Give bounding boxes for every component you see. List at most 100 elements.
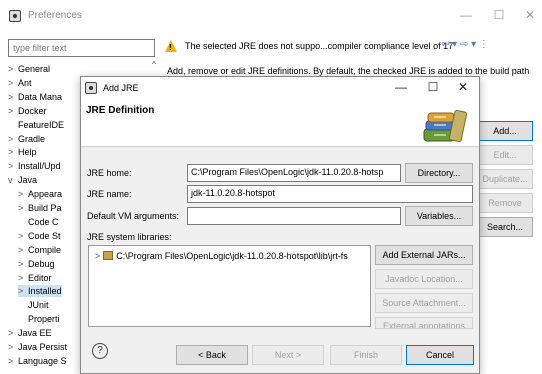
tree-item[interactable]: > Java EE	[8, 327, 52, 339]
warning-bar: ! The selected JRE does not suppo...comp…	[163, 38, 542, 58]
system-libraries-label: JRE system libraries:	[87, 232, 172, 242]
preferences-app-icon	[9, 10, 21, 22]
tree-item[interactable]: > Appeara	[18, 188, 62, 200]
tree-item-label: Appeara	[28, 189, 63, 200]
collapsed-arrow-icon[interactable]: >	[8, 355, 18, 367]
tree-item[interactable]: > Data Mana	[8, 91, 62, 103]
javadoc-location-button[interactable]: Javadoc Location...	[375, 269, 473, 289]
directory-button[interactable]: Directory...	[405, 163, 473, 183]
vm-args-field[interactable]	[187, 207, 401, 225]
collapsed-arrow-icon[interactable]: >	[8, 160, 18, 172]
jre-home-field[interactable]: C:\Program Files\OpenLogic\jdk-11.0.20.8…	[187, 164, 401, 182]
tree-item[interactable]: Code C	[18, 216, 59, 228]
add-jre-dialog: Add JRE — ☐ ✕ JRE Definition JRE home: C…	[80, 76, 480, 374]
dialog-title: Add JRE	[103, 83, 139, 93]
add-external-jars-button[interactable]: Add External JARs...	[375, 245, 473, 265]
collapsed-arrow-icon[interactable]: >	[18, 188, 28, 200]
history-nav-icons[interactable]: ⇦ ▾ ⇨ ▾ ⋮	[441, 39, 489, 50]
tree-item[interactable]: > General	[8, 63, 50, 75]
tree-item-label: Install/Upd	[18, 161, 61, 172]
collapsed-arrow-icon[interactable]: >	[8, 341, 18, 353]
tree-item-label: JUnit	[28, 300, 49, 311]
tree-item[interactable]: Properti	[18, 313, 60, 325]
tree-scroll-up-icon[interactable]: ^	[149, 60, 159, 72]
cancel-button[interactable]: Cancel	[406, 345, 474, 365]
tree-item-label: Debug	[28, 258, 55, 269]
collapsed-arrow-icon[interactable]: >	[8, 63, 18, 75]
tree-item[interactable]: > Java Persist	[8, 341, 67, 353]
tree-item[interactable]: > Compile	[18, 244, 61, 256]
close-icon[interactable]: ✕	[520, 8, 540, 22]
dialog-titlebar: Add JRE — ☐ ✕	[81, 77, 479, 99]
collapsed-arrow-icon[interactable]: >	[18, 230, 28, 242]
source-attachment-button[interactable]: Source Attachment...	[375, 293, 473, 313]
jre-name-field[interactable]: jdk-11.0.20.8-hotspot	[187, 185, 473, 203]
tree-item[interactable]: > Language S	[8, 355, 67, 367]
tree-item-label: Language S	[18, 355, 67, 366]
jar-icon	[103, 251, 114, 260]
collapsed-arrow-icon[interactable]: >	[8, 133, 18, 145]
dialog-footer: ? < Back Next > Finish Cancel	[81, 333, 479, 373]
tree-item-label: Installed	[28, 286, 62, 297]
warning-text: The selected JRE does not suppo...compil…	[185, 41, 454, 51]
collapsed-arrow-icon[interactable]: >	[18, 244, 28, 256]
expand-arrow-icon[interactable]: >	[95, 251, 100, 261]
tree-item[interactable]: > Code St	[18, 230, 61, 242]
tree-item[interactable]: > Gradle	[8, 133, 45, 145]
back-button[interactable]: < Back	[176, 345, 248, 365]
tree-item[interactable]: > Help	[8, 146, 37, 158]
vm-args-label: Default VM arguments:	[87, 211, 180, 221]
variables-button[interactable]: Variables...	[405, 206, 473, 226]
collapsed-arrow-icon[interactable]: >	[8, 146, 18, 158]
tree-item[interactable]: > Editor	[18, 272, 52, 284]
search-button[interactable]: Search...	[477, 217, 533, 237]
edit-button[interactable]: Edit...	[477, 145, 533, 165]
finish-button[interactable]: Finish	[330, 345, 402, 365]
tree-item-label: Editor	[28, 272, 52, 283]
tree-item-label: Properti	[28, 314, 60, 325]
collapsed-arrow-icon[interactable]: >	[18, 202, 28, 214]
filter-input[interactable]: type filter text	[8, 39, 155, 57]
tree-item-label: Docker	[18, 105, 47, 116]
collapsed-arrow-icon[interactable]: >	[8, 327, 18, 339]
tree-item[interactable]: JUnit	[18, 299, 49, 311]
dialog-minimize-icon[interactable]: —	[391, 80, 411, 94]
collapsed-arrow-icon[interactable]: >	[8, 105, 18, 117]
tree-item[interactable]: FeatureIDE	[8, 119, 64, 131]
tree-item[interactable]: > Installed	[18, 285, 62, 298]
collapsed-arrow-icon[interactable]: >	[18, 272, 28, 284]
tree-item[interactable]: > Install/Upd	[8, 160, 61, 172]
warning-icon: !	[165, 40, 177, 52]
tree-item-label: Help	[18, 147, 37, 158]
library-path: C:\Program Files\OpenLogic\jdk-11.0.20.8…	[116, 251, 348, 261]
help-icon[interactable]: ?	[92, 343, 108, 359]
collapsed-arrow-icon[interactable]: >	[18, 258, 28, 270]
jre-home-label: JRE home:	[87, 168, 132, 178]
duplicate-button[interactable]: Duplicate...	[477, 169, 533, 189]
preferences-title: Preferences	[28, 10, 82, 21]
books-icon	[423, 109, 468, 143]
tree-item[interactable]: > Debug	[18, 258, 55, 270]
system-libraries-list[interactable]: > C:\Program Files\OpenLogic\jdk-11.0.20.…	[88, 245, 371, 327]
minimize-icon[interactable]: —	[456, 8, 476, 22]
library-item[interactable]: > C:\Program Files\OpenLogic\jdk-11.0.20.…	[95, 251, 348, 261]
tree-item-label: Compile	[28, 244, 62, 255]
collapsed-arrow-icon[interactable]: >	[8, 77, 18, 89]
expanded-arrow-icon[interactable]: v	[8, 174, 18, 186]
maximize-icon[interactable]: ☐	[489, 8, 509, 22]
collapsed-arrow-icon[interactable]: >	[8, 91, 18, 103]
dialog-maximize-icon[interactable]: ☐	[423, 80, 443, 94]
dialog-close-icon[interactable]: ✕	[453, 80, 473, 94]
tree-item-label: Build Pa	[28, 203, 62, 213]
collapsed-arrow-icon[interactable]: >	[18, 285, 28, 297]
tree-item[interactable]: > Ant	[8, 77, 32, 89]
remove-button[interactable]: Remove	[477, 193, 533, 213]
external-annotations-button[interactable]: External annotations	[375, 317, 473, 329]
tree-item[interactable]: > Docker	[8, 105, 47, 117]
tree-item-label: Data Mana	[18, 91, 63, 102]
dialog-header-title: JRE Definition	[86, 105, 155, 116]
tree-item[interactable]: v Java	[8, 174, 37, 186]
next-button[interactable]: Next >	[252, 345, 324, 365]
add-button[interactable]: Add...	[477, 121, 533, 141]
tree-item[interactable]: > Build Pa	[18, 202, 62, 214]
